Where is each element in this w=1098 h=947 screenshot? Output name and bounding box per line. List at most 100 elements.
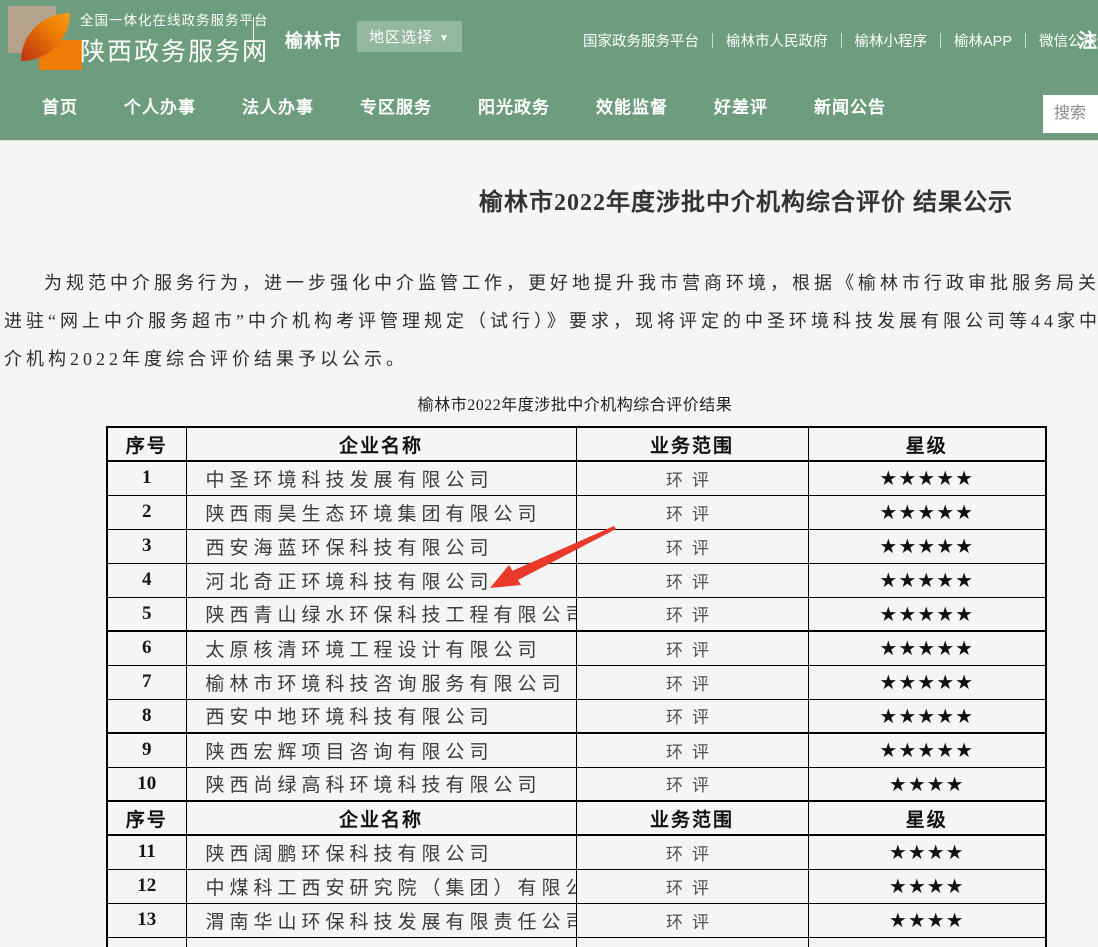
cell-star-rating: ★★★★ [808,835,1046,869]
cell-business-scope: 环评 [576,767,808,801]
cell-index: 8 [107,699,186,733]
cell-star-rating: ★★★★★ [808,631,1046,665]
results-table-body: 序号企业名称业务范围星级1中圣环境科技发展有限公司环评★★★★★2陕西雨昊生态环… [107,427,1046,947]
cell-star-rating: ★★★★ [808,767,1046,801]
nav-item-personal[interactable]: 个人办事 [124,93,196,118]
cell-business-scope: 环评 [576,529,808,563]
header-links: 国家政务服务平台 榆林市人民政府 榆林小程序 榆林APP 微信公众号 [570,30,1098,51]
search-input[interactable] [1043,95,1098,133]
cell-company-name: 中煤科工西安研究院（集团）有限公司 [186,869,576,903]
cell-business-scope: 环评 [576,733,808,767]
column-header: 业务范围 [576,427,808,461]
table-row: 4河北奇正环境科技有限公司环评★★★★★ [107,563,1046,597]
cell-index: 4 [107,563,186,597]
cell-star-rating: ★★★★ [808,903,1046,937]
empty-cell [808,937,1046,947]
column-header: 企业名称 [186,427,576,461]
paragraph-line: 进驻“网上中介服务超市”中介机构考评管理规定（试行）》要求，现将评定的中圣环境科… [4,302,1098,340]
empty-cell [186,937,576,947]
register-link[interactable]: 注册 [1078,26,1098,53]
column-header: 星级 [808,427,1046,461]
region-selector-button[interactable]: 地区选择▼ [357,21,462,52]
cell-index: 2 [107,495,186,529]
cell-company-name: 陕西阔鹏环保科技有限公司 [186,835,576,869]
nav-item-transparency[interactable]: 阳光政务 [478,93,550,118]
cell-business-scope: 环评 [576,699,808,733]
cell-star-rating: ★★★★ [808,869,1046,903]
table-row: 3西安海蓝环保科技有限公司环评★★★★★ [107,529,1046,563]
cell-company-name: 陕西雨昊生态环境集团有限公司 [186,495,576,529]
header-divider [253,17,254,53]
cell-index: 11 [107,835,186,869]
table-row: 10陕西尚绿高科环境科技有限公司环评★★★★ [107,767,1046,801]
cell-business-scope: 环评 [576,563,808,597]
site-name: 陕西政务服务网 [80,32,269,68]
paragraph-line: 介机构2022年度综合评价结果予以公示。 [4,340,1098,378]
link-mini-program[interactable]: 榆林小程序 [842,30,941,51]
cell-business-scope: 环评 [576,665,808,699]
paragraph-line: 为规范中介服务行为，进一步强化中介监管工作，更好地提升我市营商环境，根据《榆林市… [4,264,1098,302]
announcement-article: 榆林市2022年度涉批中介机构综合评价 结果公示 为规范中介服务行为，进一步强化… [0,141,1098,947]
cell-company-name: 西安海蓝环保科技有限公司 [186,529,576,563]
table-row: 9陕西宏辉项目咨询有限公司环评★★★★★ [107,733,1046,767]
cell-company-name: 中圣环境科技发展有限公司 [186,461,576,495]
chevron-down-icon: ▼ [439,33,450,44]
link-city-government[interactable]: 榆林市人民政府 [713,30,841,51]
page-title: 榆林市2022年度涉批中介机构综合评价 结果公示 [0,182,1098,217]
cell-company-name: 榆林市环境科技咨询服务有限公司 [186,665,576,699]
nav-item-supervision[interactable]: 效能监督 [596,93,668,118]
link-yulin-app[interactable]: 榆林APP [941,30,1025,51]
site-brand: 全国一体化在线政务服务平台 陕西政务服务网 [80,9,269,68]
table-row: 7榆林市环境科技咨询服务有限公司环评★★★★★ [107,665,1046,699]
column-header: 序号 [107,427,186,461]
column-header: 序号 [107,801,186,835]
cell-company-name: 陕西宏辉项目咨询有限公司 [186,733,576,767]
table-row: 2陕西雨昊生态环境集团有限公司环评★★★★★ [107,495,1046,529]
platform-label: 全国一体化在线政务服务平台 [80,9,269,29]
table-row-partial [107,937,1046,947]
cell-star-rating: ★★★★★ [808,563,1046,597]
results-table: 序号企业名称业务范围星级1中圣环境科技发展有限公司环评★★★★★2陕西雨昊生态环… [106,426,1047,947]
link-national-platform[interactable]: 国家政务服务平台 [570,30,712,51]
cell-index: 10 [107,767,186,801]
cell-index: 12 [107,869,186,903]
table-row: 13渭南华山环保科技发展有限责任公司环评★★★★ [107,903,1046,937]
table-row: 8西安中地环境科技有限公司环评★★★★★ [107,699,1046,733]
site-header: 全国一体化在线政务服务平台 陕西政务服务网 榆林市 地区选择▼ 国家政务服务平台… [0,0,1098,70]
empty-cell [576,937,808,947]
nav-item-corporate[interactable]: 法人办事 [242,93,314,118]
table-row: 11陕西阔鹏环保科技有限公司环评★★★★ [107,835,1046,869]
empty-cell [107,937,186,947]
cell-business-scope: 环评 [576,835,808,869]
nav-item-home[interactable]: 首页 [42,93,78,118]
main-nav: 首页 个人办事 法人办事 专区服务 阳光政务 效能监督 好差评 新闻公告 [0,70,1098,141]
nav-item-news[interactable]: 新闻公告 [814,93,886,118]
cell-company-name: 陕西尚绿高科环境科技有限公司 [186,767,576,801]
table-caption: 榆林市2022年度涉批中介机构综合评价结果 [0,391,1098,415]
cell-star-rating: ★★★★★ [808,461,1046,495]
announcement-paragraph: 为规范中介服务行为，进一步强化中介监管工作，更好地提升我市营商环境，根据《榆林市… [0,264,1098,378]
column-header: 星级 [808,801,1046,835]
table-row: 5陕西青山绿水环保科技工程有限公司环评★★★★★ [107,597,1046,631]
cell-star-rating: ★★★★★ [808,495,1046,529]
cell-index: 5 [107,597,186,631]
cell-star-rating: ★★★★★ [808,529,1046,563]
table-row: 6太原核清环境工程设计有限公司环评★★★★★ [107,631,1046,665]
cell-star-rating: ★★★★★ [808,699,1046,733]
table-header-row: 序号企业名称业务范围星级 [107,801,1046,835]
cell-business-scope: 环评 [576,461,808,495]
cell-index: 6 [107,631,186,665]
cell-index: 1 [107,461,186,495]
nav-items: 首页 个人办事 法人办事 专区服务 阳光政务 效能监督 好差评 新闻公告 [42,70,886,140]
cell-company-name: 西安中地环境科技有限公司 [186,699,576,733]
cell-index: 9 [107,733,186,767]
cell-company-name: 太原核清环境工程设计有限公司 [186,631,576,665]
table-header-row: 序号企业名称业务范围星级 [107,427,1046,461]
cell-business-scope: 环评 [576,869,808,903]
table-row: 12中煤科工西安研究院（集团）有限公司环评★★★★ [107,869,1046,903]
column-header: 企业名称 [186,801,576,835]
nav-item-zones[interactable]: 专区服务 [360,93,432,118]
cell-company-name: 陕西青山绿水环保科技工程有限公司 [186,597,576,631]
site-logo[interactable] [8,4,74,67]
nav-item-rating[interactable]: 好差评 [714,93,768,118]
